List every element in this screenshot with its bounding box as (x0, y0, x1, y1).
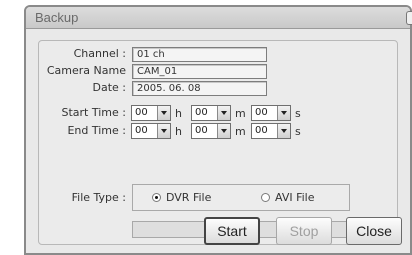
date-label: Date : (92, 81, 127, 94)
dvr-file-radio[interactable] (152, 193, 161, 202)
backup-panel: Channel : 01 ch Camera Name CAM_01 Date … (38, 40, 398, 245)
date-field: 2005. 06. 08 (132, 81, 267, 96)
end-minute-value: 00 (195, 125, 208, 136)
avi-file-radio[interactable] (261, 193, 270, 202)
end-hour-unit: h (175, 125, 182, 138)
end-hour-select[interactable]: 00 (131, 123, 171, 139)
backup-dialog: Backup Channel : 01 ch Camera Name CAM_0… (24, 5, 412, 255)
start-button[interactable]: Start (204, 217, 260, 245)
end-second-select[interactable]: 00 (251, 123, 291, 139)
start-minute-unit: m (235, 107, 246, 120)
start-second-select[interactable]: 00 (251, 105, 291, 121)
dvr-file-label[interactable]: DVR File (166, 191, 211, 204)
start-minute-value: 00 (195, 107, 208, 118)
stop-button[interactable]: Stop (276, 217, 332, 245)
channel-label: Channel : (73, 47, 126, 60)
title-bar[interactable]: Backup (26, 7, 412, 29)
start-time-label: Start Time : (61, 106, 127, 119)
close-window-icon[interactable] (406, 11, 412, 25)
camera-name-field: CAM_01 (132, 64, 267, 79)
channel-field: 01 ch (132, 47, 267, 62)
chevron-down-icon[interactable] (277, 124, 290, 138)
start-minute-select[interactable]: 00 (191, 105, 231, 121)
file-type-label: File Type : (71, 191, 126, 204)
close-button[interactable]: Close (346, 217, 402, 245)
file-type-group: DVR File AVI File (132, 184, 350, 211)
chevron-down-icon[interactable] (217, 106, 230, 120)
camera-name-label: Camera Name (46, 64, 126, 77)
end-hour-value: 00 (135, 125, 148, 136)
chevron-down-icon[interactable] (157, 106, 170, 120)
end-second-unit: s (295, 125, 301, 138)
avi-file-label[interactable]: AVI File (275, 191, 315, 204)
start-second-value: 00 (255, 107, 268, 118)
start-hour-select[interactable]: 00 (131, 105, 171, 121)
chevron-down-icon[interactable] (217, 124, 230, 138)
window-title: Backup (35, 10, 79, 25)
end-minute-unit: m (235, 125, 246, 138)
start-hour-unit: h (175, 107, 182, 120)
chevron-down-icon[interactable] (157, 124, 170, 138)
end-second-value: 00 (255, 125, 268, 136)
end-minute-select[interactable]: 00 (191, 123, 231, 139)
chevron-down-icon[interactable] (277, 106, 290, 120)
end-time-label: End Time : (67, 124, 126, 137)
start-hour-value: 00 (135, 107, 148, 118)
start-second-unit: s (295, 107, 301, 120)
